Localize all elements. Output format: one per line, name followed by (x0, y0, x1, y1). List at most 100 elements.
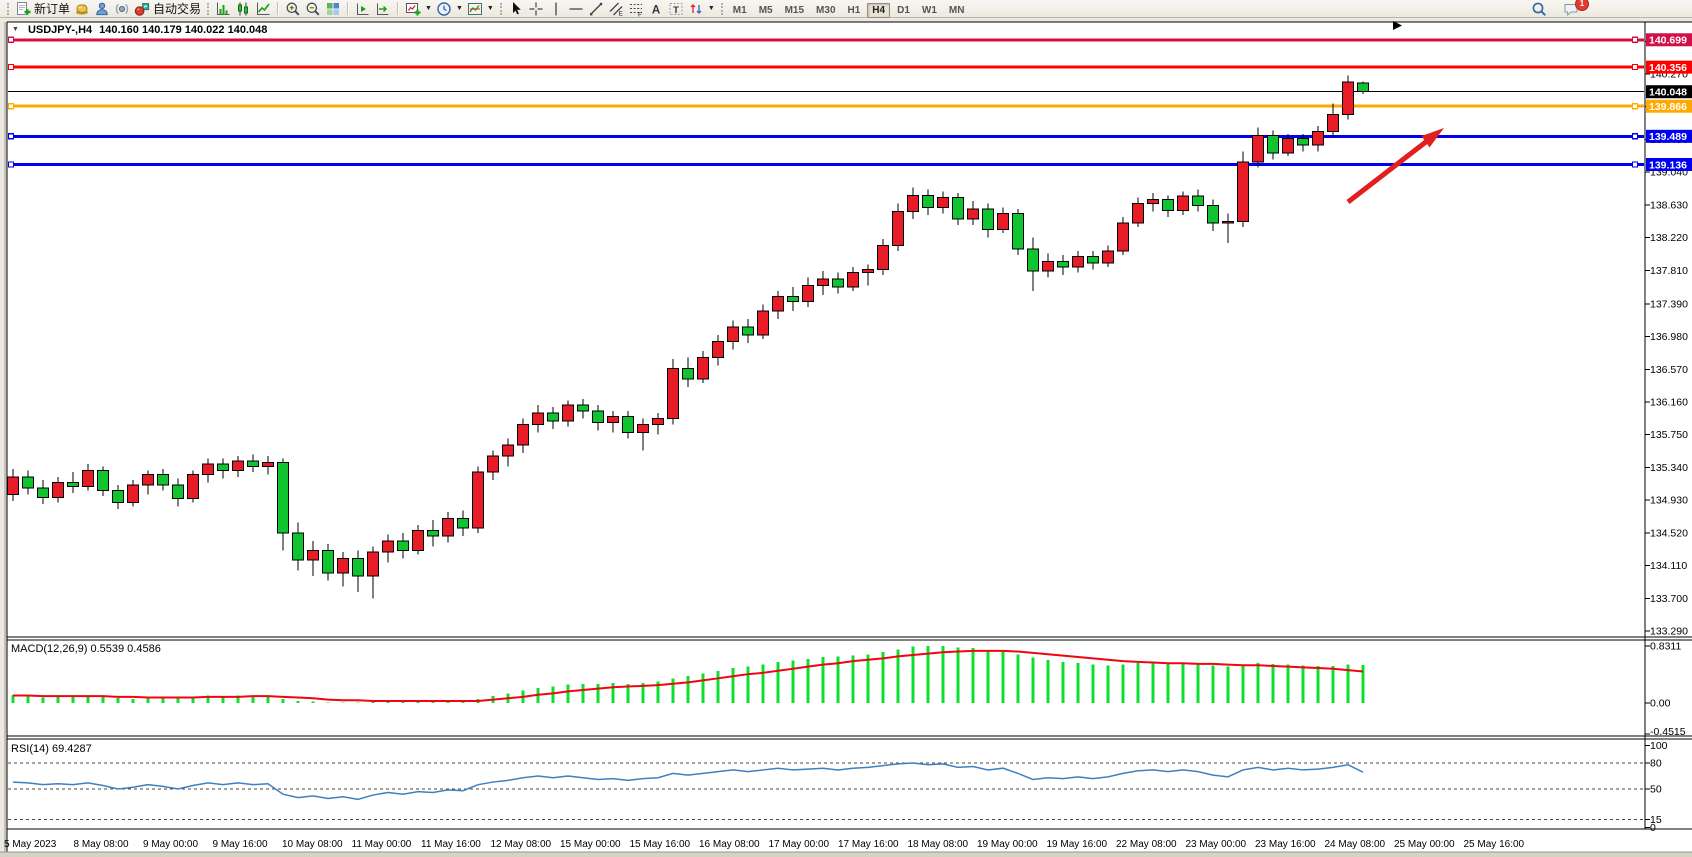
crosshair-tool-button[interactable] (526, 1, 546, 17)
chart-symbol-period: USDJPY-,H4 (28, 24, 92, 36)
svg-text:23 May 00:00: 23 May 00:00 (1186, 839, 1247, 850)
navigator-button[interactable] (92, 1, 112, 17)
fibonacci-tool-button[interactable]: F (626, 1, 646, 17)
candlestick-icon (235, 1, 251, 17)
gold-ingot-icon (74, 1, 90, 17)
svg-text:24 May 08:00: 24 May 08:00 (1325, 839, 1386, 850)
notification-badge: 1 (1575, 0, 1589, 11)
timeframe-m30-button[interactable]: M30 (811, 3, 840, 18)
svg-text:15 May 16:00: 15 May 16:00 (630, 839, 691, 850)
svg-text:18 May 08:00: 18 May 08:00 (908, 839, 969, 850)
templates-button[interactable]: ▼ (465, 1, 496, 17)
auto-scroll-icon (355, 1, 371, 17)
svg-text:137.390: 137.390 (1650, 298, 1688, 310)
svg-text:8 May 08:00: 8 May 08:00 (74, 839, 129, 850)
svg-text:19 May 16:00: 19 May 16:00 (1047, 839, 1108, 850)
toolbar-right-group: 1 (1529, 1, 1692, 17)
svg-text:23 May 16:00: 23 May 16:00 (1255, 839, 1316, 850)
toolbar-grip (207, 3, 209, 15)
auto-scroll-button[interactable] (353, 1, 373, 17)
cursor-icon (508, 1, 524, 17)
timeframe-m1-button[interactable]: M1 (728, 3, 752, 18)
svg-text:9 May 16:00: 9 May 16:00 (213, 839, 268, 850)
trendline-tool-button[interactable] (586, 1, 606, 17)
notifications-button[interactable]: 1 (1561, 1, 1582, 17)
svg-text:138.630: 138.630 (1650, 199, 1688, 211)
new-chart-button[interactable]: ▼ (403, 1, 434, 17)
svg-text:25 May 00:00: 25 May 00:00 (1394, 839, 1455, 850)
svg-text:0.00: 0.00 (1650, 698, 1671, 710)
bar-chart-mode-button[interactable] (213, 1, 233, 17)
cursor-tool-button[interactable] (506, 1, 526, 17)
text-tool-button[interactable]: A (646, 1, 666, 17)
vertical-line-tool-button[interactable] (546, 1, 566, 17)
svg-text:134.930: 134.930 (1650, 495, 1688, 507)
chart-shift-button[interactable] (373, 1, 393, 17)
dropdown-caret-icon[interactable]: ▼ (456, 5, 463, 12)
timeframe-h4-button[interactable]: H4 (867, 3, 890, 18)
toolbar-grip (7, 3, 9, 15)
timeframe-d1-button[interactable]: D1 (892, 3, 915, 18)
timeframe-m5-button[interactable]: M5 (754, 3, 778, 18)
new-order-label: 新订单 (34, 0, 70, 17)
dropdown-caret-icon[interactable]: ▼ (487, 5, 494, 12)
candlestick-mode-button[interactable] (233, 1, 253, 17)
market-watch-button[interactable] (72, 1, 92, 17)
svg-text:135.340: 135.340 (1650, 462, 1688, 474)
svg-text:137.810: 137.810 (1650, 265, 1688, 277)
auto-trading-button[interactable]: 自动交易 (132, 1, 203, 17)
dropdown-caret-icon[interactable]: ▼ (425, 5, 432, 12)
toolbar-separator (277, 2, 279, 15)
svg-text:5 May 2023: 5 May 2023 (4, 839, 57, 850)
crosshair-icon (528, 1, 544, 17)
text-label-tool-button[interactable]: T (666, 1, 686, 17)
chart-shift-icon (375, 1, 391, 17)
zoom-in-button[interactable] (283, 1, 303, 17)
channel-icon: E (608, 1, 624, 17)
svg-text:16 May 08:00: 16 May 08:00 (699, 839, 760, 850)
svg-text:E: E (618, 10, 623, 17)
timeframe-m15-button[interactable]: M15 (780, 3, 809, 18)
person-icon (94, 1, 110, 17)
svg-text:25 May 16:00: 25 May 16:00 (1464, 839, 1525, 850)
svg-text:140.699: 140.699 (1649, 35, 1687, 47)
toolbar-grip (721, 3, 723, 15)
svg-text:135.750: 135.750 (1650, 429, 1688, 441)
svg-text:136.980: 136.980 (1650, 331, 1688, 343)
search-button[interactable] (1529, 1, 1549, 17)
toolbar-grip (500, 3, 502, 15)
svg-text:19 May 00:00: 19 May 00:00 (977, 839, 1038, 850)
new-order-icon (15, 1, 31, 17)
dropdown-caret-icon[interactable]: ▼ (708, 5, 715, 12)
auto-trading-label: 自动交易 (153, 0, 201, 17)
svg-text:11 May 16:00: 11 May 16:00 (421, 839, 481, 850)
periods-button[interactable]: ▼ (434, 1, 465, 17)
svg-text:140.048: 140.048 (1649, 87, 1687, 99)
timeframe-group: M1M5M15M30H1H4D1W1MN (727, 0, 971, 18)
timeframe-w1-button[interactable]: W1 (917, 3, 942, 18)
timeframe-h1-button[interactable]: H1 (843, 3, 866, 18)
vertical-line-icon (548, 1, 564, 17)
chart-canvas[interactable]: 140.680140.270139.860139.450139.040138.6… (0, 18, 1692, 857)
timeframe-mn-button[interactable]: MN (944, 3, 970, 18)
chart-ohlc-values: 140.160 140.179 140.022 140.048 (99, 24, 267, 36)
new-order-button[interactable]: 新订单 (13, 1, 72, 17)
news-button[interactable] (112, 1, 132, 17)
svg-text:136.160: 136.160 (1650, 396, 1688, 408)
sonar-icon (114, 1, 130, 17)
zoom-out-button[interactable] (303, 1, 323, 17)
one-click-trading-toggle[interactable]: ▼ (10, 24, 21, 36)
text-a-icon: A (648, 1, 664, 17)
svg-text:11 May 00:00: 11 May 00:00 (352, 839, 412, 850)
line-chart-mode-button[interactable] (253, 1, 273, 17)
svg-text:9 May 00:00: 9 May 00:00 (143, 839, 198, 850)
svg-text:A: A (652, 4, 660, 16)
arrows-tool-button[interactable]: ▼ (686, 1, 717, 17)
svg-text:100: 100 (1650, 740, 1668, 752)
auto-trading-icon (134, 1, 150, 17)
tile-windows-button[interactable] (323, 1, 343, 17)
main-toolbar: 新订单 自动交易 ▼ ▼ ▼ E F A T ▼ M1M5M15M30H1H4D… (0, 0, 1692, 18)
equidistant-channel-tool-button[interactable]: E (606, 1, 626, 17)
rsi-indicator-label: RSI(14) 69.4287 (11, 743, 92, 755)
horizontal-line-tool-button[interactable] (566, 1, 586, 17)
